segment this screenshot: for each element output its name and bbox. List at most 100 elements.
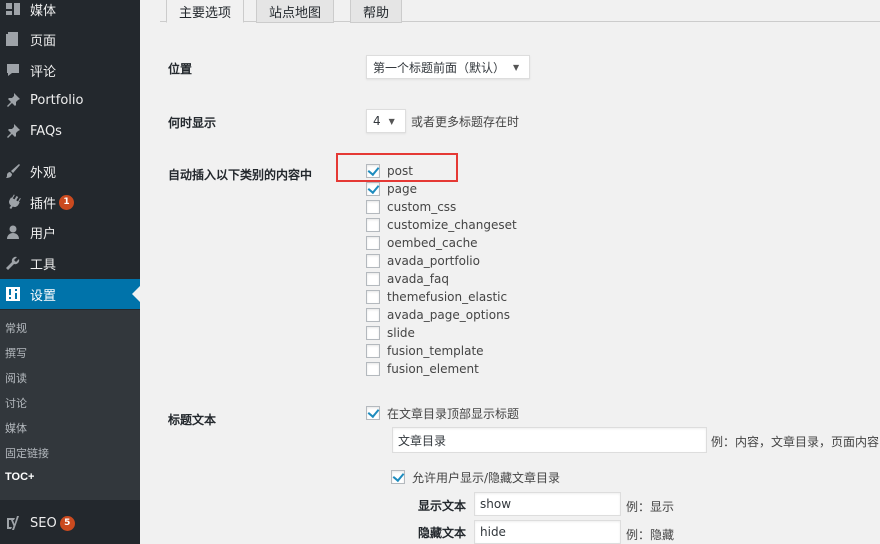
- sidebar-item-label: SEO: [30, 515, 57, 531]
- user-icon: [4, 223, 22, 241]
- sidebar-item-label: Portfolio: [30, 92, 84, 108]
- post-type-row[interactable]: avada_faq: [366, 271, 449, 287]
- post-type-row[interactable]: avada_portfolio: [366, 253, 480, 269]
- post-type-checkbox[interactable]: [366, 272, 380, 286]
- sidebar-item-users[interactable]: 用户: [0, 217, 140, 247]
- show-when-label: 何时显示: [168, 116, 217, 130]
- post-type-label: page: [387, 182, 417, 196]
- post-type-row[interactable]: fusion_template: [366, 343, 484, 359]
- heading-count-value: 4: [373, 114, 381, 128]
- post-type-checkbox[interactable]: [366, 362, 380, 376]
- show-text-label: 显示文本: [418, 499, 467, 513]
- show-title-checkbox-label: 在文章目录顶部显示标题: [387, 406, 520, 421]
- post-type-label: themefusion_elastic: [387, 290, 508, 304]
- title-example: 例：内容，文章目录，页面内容: [711, 435, 880, 449]
- post-type-label: fusion_element: [387, 362, 479, 376]
- submenu-item-media[interactable]: 媒体: [5, 420, 27, 436]
- tab-sitemap[interactable]: 站点地图: [256, 0, 335, 23]
- post-type-row[interactable]: themefusion_elastic: [366, 289, 507, 305]
- sidebar-item-media[interactable]: 媒体: [0, 0, 140, 24]
- submenu-item-toc[interactable]: TOC+: [5, 471, 34, 483]
- submenu-item-reading[interactable]: 阅读: [5, 370, 27, 386]
- post-type-label: fusion_template: [387, 344, 484, 358]
- hide-text-input[interactable]: hide: [474, 520, 621, 544]
- sidebar-item-comments[interactable]: 评论: [0, 55, 140, 85]
- show-text-value: show: [480, 497, 512, 511]
- submenu-item-permalinks[interactable]: 固定链接: [5, 445, 49, 461]
- post-type-label: custom_css: [387, 200, 457, 214]
- post-type-row[interactable]: slide: [366, 325, 415, 341]
- settings-submenu: 常规 撰写 阅读 讨论 媒体 固定链接 TOC+: [0, 310, 140, 500]
- sidebar-item-label: 用户: [30, 226, 57, 242]
- post-type-checkbox[interactable]: [366, 218, 380, 232]
- yoast-icon: [4, 514, 22, 532]
- post-type-label: avada_faq: [387, 272, 449, 286]
- post-type-label: avada_page_options: [387, 308, 510, 322]
- dropdown-arrow-icon: ▼: [388, 116, 395, 126]
- heading-text-label: 标题文本: [168, 413, 217, 427]
- post-type-checkbox[interactable]: [366, 236, 380, 250]
- comment-icon: [4, 61, 22, 79]
- pin-icon: [4, 91, 22, 109]
- toggle-row[interactable]: 允许用户显示/隐藏文章目录: [391, 469, 560, 485]
- post-type-checkbox[interactable]: [366, 182, 380, 196]
- brush-icon: [4, 162, 22, 180]
- show-text-example: 例：显示: [626, 500, 675, 514]
- post-type-checkbox[interactable]: [366, 254, 380, 268]
- post-type-checkbox[interactable]: [366, 308, 380, 322]
- post-type-row[interactable]: customize_changeset: [366, 217, 517, 233]
- sidebar-item-label: 外观: [30, 165, 57, 181]
- post-type-row[interactable]: avada_page_options: [366, 307, 510, 323]
- title-text-input[interactable]: 文章目录: [392, 427, 707, 453]
- settings-icon: [4, 285, 22, 303]
- post-type-row[interactable]: custom_css: [366, 199, 456, 215]
- wrench-icon: [4, 254, 22, 272]
- sidebar-item-label: 媒体: [30, 3, 57, 19]
- admin-sidebar: 媒体 页面 评论 Portfolio FAQs 外观 插件 1 用户 工具 设置…: [0, 0, 140, 544]
- sidebar-item-label: 评论: [30, 64, 57, 80]
- post-type-row[interactable]: fusion_element: [366, 361, 479, 377]
- sidebar-item-appearance[interactable]: 外观: [0, 156, 140, 186]
- show-text-input[interactable]: show: [474, 492, 621, 516]
- position-label: 位置: [168, 62, 193, 76]
- submenu-item-discussion[interactable]: 讨论: [5, 395, 27, 411]
- sidebar-item-label: 工具: [30, 257, 57, 273]
- position-select[interactable]: 第一个标题前面（默认） ▼: [366, 55, 530, 79]
- toggle-checkbox[interactable]: [391, 470, 405, 484]
- sidebar-item-tools[interactable]: 工具: [0, 248, 140, 278]
- tab-bar: 主要选项 站点地图 帮助: [160, 0, 880, 23]
- sidebar-item-label: 插件: [30, 196, 57, 212]
- title-text-value: 文章目录: [398, 433, 447, 448]
- sidebar-item-faqs[interactable]: FAQs: [0, 116, 140, 146]
- pin-icon: [4, 122, 22, 140]
- sidebar-item-seo[interactable]: SEO 5: [0, 508, 140, 538]
- hide-text-value: hide: [480, 525, 506, 539]
- post-type-checkbox[interactable]: [366, 200, 380, 214]
- hide-text-example: 例：隐藏: [626, 528, 675, 542]
- tab-main-options[interactable]: 主要选项: [166, 0, 245, 23]
- position-select-value: 第一个标题前面（默认）: [373, 60, 506, 75]
- show-title-checkbox[interactable]: [366, 406, 380, 420]
- update-count-badge: 1: [59, 194, 75, 210]
- sidebar-item-label: 页面: [30, 33, 57, 49]
- active-indicator: [132, 286, 140, 302]
- sidebar-item-settings[interactable]: 设置: [0, 279, 140, 309]
- post-type-row[interactable]: oembed_cache: [366, 235, 478, 251]
- sidebar-item-label: 设置: [30, 288, 57, 304]
- show-title-row[interactable]: 在文章目录顶部显示标题: [366, 405, 519, 421]
- media-icon: [4, 0, 22, 18]
- sidebar-item-plugins[interactable]: 插件 1: [0, 187, 140, 217]
- post-type-checkbox[interactable]: [366, 290, 380, 304]
- sidebar-item-portfolio[interactable]: Portfolio: [0, 85, 140, 115]
- seo-count-badge: 5: [59, 515, 75, 531]
- submenu-item-writing[interactable]: 撰写: [5, 345, 27, 361]
- post-type-label: slide: [387, 326, 415, 340]
- tab-help[interactable]: 帮助: [350, 0, 403, 23]
- post-type-checkbox[interactable]: [366, 344, 380, 358]
- submenu-item-general[interactable]: 常规: [5, 320, 27, 336]
- heading-count-select[interactable]: 4 ▼: [366, 109, 406, 133]
- post-type-checkbox[interactable]: [366, 326, 380, 340]
- sidebar-item-pages[interactable]: 页面: [0, 24, 140, 54]
- post-type-row[interactable]: page: [366, 181, 417, 197]
- hide-text-label: 隐藏文本: [418, 526, 467, 540]
